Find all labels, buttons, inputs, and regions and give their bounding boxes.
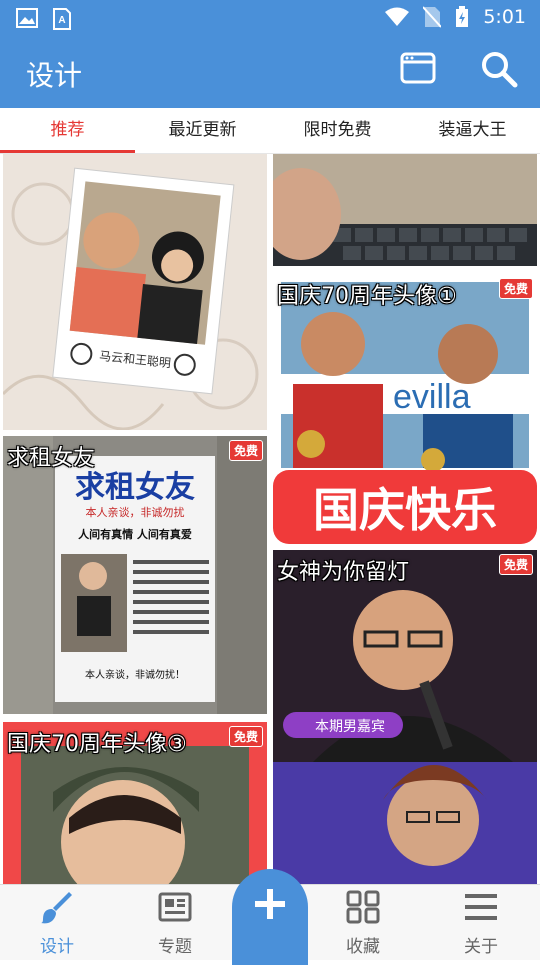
app-notification-icon: A [53, 8, 71, 30]
status-left: A [16, 8, 72, 30]
menu-icon [465, 894, 497, 920]
card-title: 女神为你留灯 [277, 560, 410, 585]
tab-limited-free[interactable]: 限时免费 [270, 108, 405, 153]
category-tabs: 推荐 最近更新 限时免费 装逼大王 [0, 108, 540, 154]
create-button[interactable] [232, 869, 308, 965]
nav-label: 收藏 [346, 937, 380, 957]
battery-charging-icon [456, 6, 469, 27]
brush-icon [41, 892, 72, 924]
nav-item-topics[interactable]: 专题 [130, 889, 220, 957]
status-right: 5:01 [385, 6, 526, 28]
tab-recommended[interactable]: 推荐 [0, 108, 135, 153]
status-time: 5:01 [483, 6, 526, 28]
keyboard-photo-image [273, 154, 537, 266]
app-bar: 设计 [0, 36, 540, 108]
template-grid: 马云和王聪明 evilla 国庆快乐 国庆70周年头像① 免费 求租女友 本人亲… [0, 154, 540, 884]
image-notification-icon [16, 8, 38, 28]
template-card-polaroid[interactable]: 马云和王聪明 [3, 154, 267, 430]
free-badge: 免费 [228, 440, 263, 461]
free-badge: 免费 [228, 726, 263, 747]
template-card-rent-girlfriend[interactable]: 求租女友 本人亲谈，非诚勿扰 人间有真情 人间有真爱 本人亲谈，非诚勿扰！ 求租… [3, 436, 267, 714]
svg-text:A: A [58, 15, 65, 26]
grid-icon [346, 890, 380, 924]
banner-sign-text: evilla [393, 378, 471, 416]
status-bar: A 5:01 [0, 0, 540, 36]
newspaper-icon [158, 892, 192, 922]
nav-label: 关于 [464, 937, 498, 957]
poster-subtitle: 本人亲谈，非诚勿扰 [85, 506, 185, 519]
tab-show-off-king[interactable]: 装逼大王 [405, 108, 540, 153]
search-icon[interactable] [480, 50, 518, 88]
bottom-navigation: 设计 专题 收藏 关于 [0, 869, 540, 965]
wifi-icon [385, 7, 410, 26]
plus-icon [255, 889, 285, 919]
card-title: 国庆70周年头像③ [7, 732, 187, 757]
template-card-keyboard[interactable] [273, 154, 537, 266]
tv-show-photo-image [273, 550, 537, 884]
card-title: 国庆70周年头像① [277, 284, 457, 309]
nav-item-favorites[interactable]: 收藏 [318, 889, 408, 957]
template-card-goddess-light[interactable]: 本期男嘉宾 女神为你留灯 免费 [273, 550, 537, 884]
national-day-banner: 国庆快乐 [313, 483, 497, 537]
browser-window-icon[interactable] [400, 50, 436, 86]
tab-recent-updates[interactable]: 最近更新 [135, 108, 270, 153]
template-card-national-day-1[interactable]: evilla 国庆快乐 国庆70周年头像① 免费 [273, 274, 537, 544]
nav-item-design[interactable]: 设计 [12, 889, 102, 957]
app-actions [400, 50, 518, 88]
template-card-national-day-3[interactable]: 国庆70周年头像③ 免费 [3, 722, 267, 884]
free-badge: 免费 [498, 278, 533, 299]
polaroid-photo-image: 马云和王聪明 [3, 154, 267, 430]
poster-footer: 本人亲谈，非诚勿扰！ [85, 670, 185, 681]
nav-label: 专题 [158, 937, 192, 957]
nav-label: 设计 [40, 937, 74, 957]
free-badge: 免费 [498, 554, 533, 575]
no-sim-icon [423, 6, 442, 28]
nav-item-about[interactable]: 关于 [436, 889, 526, 957]
poster-line: 人间有真情 人间有真爱 [78, 528, 192, 541]
show-ribbon: 本期男嘉宾 [315, 719, 385, 735]
card-title: 求租女友 [7, 446, 96, 471]
page-title: 设计 [26, 59, 83, 92]
